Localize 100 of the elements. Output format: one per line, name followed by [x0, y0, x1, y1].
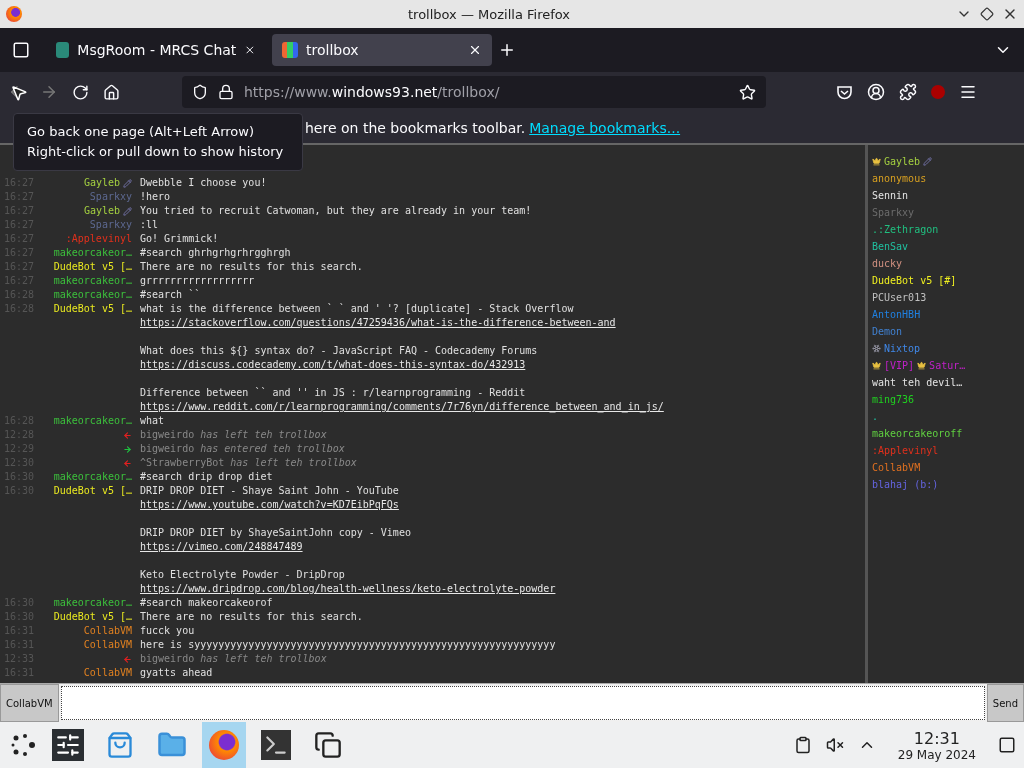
cursor-icon	[10, 84, 28, 102]
message-text: DRIP DROP DIET by ShayeSaintJohn copy - Vimeo	[140, 526, 412, 540]
user-name[interactable]: Gayleb	[884, 156, 921, 167]
nick[interactable]: CollabVM	[83, 624, 132, 638]
nickname-button[interactable]: CollabVM	[0, 684, 59, 722]
clipboard-icon[interactable]	[793, 736, 812, 754]
bag-icon	[106, 731, 134, 759]
tab-favicon	[56, 42, 70, 58]
send-button[interactable]: Send	[986, 684, 1024, 722]
message-text: here is syyyyyyyyyyyyyyyyyyyyyyyyyyyyyyyyyyyyyyyyyyyyyyyyyyyyyyyyyyyy	[140, 638, 556, 652]
nick[interactable]: Gayleb	[83, 204, 120, 218]
message-link[interactable]: https://vimeo.com/248847489	[140, 540, 556, 554]
muted-speaker-icon[interactable]	[825, 736, 844, 754]
address-bar[interactable]: https://www.windows93.net/trollbox/	[182, 76, 766, 108]
message-text: Difference between `` and '' in JS : r/learnprogramming - Reddit	[140, 386, 527, 400]
message-text: Dwebble I choose you!	[140, 176, 267, 190]
message-link[interactable]: https://www.reddit.com/r/learnprogramming/comments/7r76yn/difference_between_and_in_js/	[140, 400, 664, 414]
message-text: #search makeorcakeorof	[140, 596, 273, 610]
manage-bookmarks-link[interactable]: Manage bookmarks...	[529, 119, 681, 136]
nick[interactable]: makeorcakeor…	[53, 596, 132, 610]
message-text: #search ghrhgrhgrhrgghrgh	[140, 246, 291, 260]
user-name[interactable]: .:Zethragon	[872, 224, 939, 235]
message-link[interactable]: https://stackoverflow.com/questions/47259436/what-is-the-difference-between-and	[140, 316, 664, 330]
message-text: !hero	[140, 190, 171, 204]
user-name[interactable]: AntonHBH	[872, 309, 921, 320]
lock-icon	[218, 84, 234, 100]
message-link[interactable]: https://www.dripdrop.com/blog/health-wellness/keto-electrolyte-powder	[140, 582, 556, 596]
message-text: what is the difference between ` ` and ' '? [duplicate] - Stack Overflow	[140, 302, 575, 316]
nick[interactable]: makeorcakeor…	[53, 288, 132, 302]
user-name[interactable]: .	[872, 411, 879, 422]
message-link[interactable]: https://discuss.codecademy.com/t/what-does-this-syntax-do/432913	[140, 358, 664, 372]
pencil-icon	[923, 157, 933, 166]
tooltip-text: Right-click or pull down to show history	[27, 143, 285, 161]
user-name[interactable]: anonymous	[872, 173, 927, 184]
nick[interactable]: DudeBot v5 […	[53, 610, 132, 624]
nick[interactable]: makeorcakeor…	[53, 246, 132, 260]
tab-favicon	[282, 42, 298, 58]
arrow-left-icon	[123, 458, 132, 468]
system-message: ^StrawberryBot has left teh trollbox	[140, 456, 357, 470]
arrow-right-icon	[123, 444, 132, 454]
browser-tab[interactable]: MsgRoom - MRCS Chat	[46, 34, 266, 66]
user-name[interactable]: CollabVM	[872, 462, 921, 473]
message-text: DRIP DROP DIET - Shaye Saint John - YouTube	[140, 484, 400, 498]
message-text: #search ``	[140, 288, 201, 302]
new-tab-icon[interactable]	[498, 41, 516, 59]
firefox-icon	[6, 6, 22, 22]
nick[interactable]: DudeBot v5 […	[53, 260, 132, 274]
nick[interactable]: DudeBot v5 […	[53, 484, 132, 498]
message-text: What does this ${} syntax do? - JavaScript FAQ - Codecademy Forums	[140, 344, 539, 358]
message-input[interactable]	[60, 686, 985, 720]
message-link[interactable]: https://www.youtube.com/watch?v=KD7EibPqFQs	[140, 498, 556, 512]
tab-overview-icon[interactable]	[12, 41, 30, 59]
pocket-icon[interactable]	[836, 83, 853, 101]
system-message: bigweirdo has left teh trollbox	[140, 652, 327, 666]
nick[interactable]: makeorcakeor…	[53, 414, 132, 428]
browser-tab[interactable]: trollbox	[272, 34, 492, 66]
terminal-icon	[261, 730, 291, 760]
crown-icon	[917, 361, 927, 370]
user-name[interactable]: ducky	[872, 258, 903, 269]
show-desktop-icon[interactable]	[998, 736, 1016, 754]
home-icon[interactable]	[103, 83, 120, 101]
nick[interactable]: makeorcakeor…	[53, 470, 132, 484]
nick[interactable]: DudeBot v5 […	[53, 302, 132, 316]
close-tab-icon[interactable]	[244, 43, 256, 57]
message-text: There are no results for this search.	[140, 260, 363, 274]
reload-icon[interactable]	[72, 83, 89, 101]
message-text: grrrrrrrrrrrrrrrrrr	[140, 274, 255, 288]
nick[interactable]: CollabVM	[83, 666, 132, 680]
clock[interactable]: 12:31 29 May 2024	[897, 728, 976, 762]
user-name[interactable]: ming736	[872, 394, 915, 405]
message-text: what	[140, 414, 165, 428]
windows-icon	[314, 731, 342, 759]
bookmark-star-icon[interactable]	[739, 83, 756, 101]
nick[interactable]: Gayleb	[83, 176, 120, 190]
nick[interactable]: CollabVM	[83, 638, 132, 652]
arrow-left-icon	[123, 430, 132, 440]
browser-icon	[209, 730, 239, 760]
forward-icon[interactable]	[40, 83, 58, 101]
user-name[interactable]: Demon	[872, 326, 903, 337]
user-name[interactable]: waht teh devil…	[872, 377, 963, 388]
user-name[interactable]: DudeBot v5 [#]	[872, 275, 957, 286]
user-name[interactable]: PCUser013	[872, 292, 927, 303]
message-text: gyatts ahead	[140, 666, 213, 680]
user-name[interactable]: Sennin	[872, 190, 909, 201]
user-name[interactable]: makeorcakeoroff	[872, 428, 963, 439]
close-tab-icon[interactable]	[468, 43, 482, 57]
system-message: bigweirdo has entered teh trollbox	[140, 442, 345, 456]
message-text: There are no results for this search.	[140, 610, 363, 624]
nick[interactable]: makeorcakeor…	[53, 274, 132, 288]
extensions-icon[interactable]	[899, 83, 917, 101]
message-text: Go! Grimmick!	[140, 232, 219, 246]
window-title: trollbox — Mozilla Firefox	[406, 6, 572, 22]
menu-icon[interactable]	[959, 83, 977, 101]
system-message: bigweirdo has left teh trollbox	[140, 428, 327, 442]
message-text: #search drip drop diet	[140, 470, 273, 484]
user-name[interactable]: Nixtop	[884, 343, 921, 354]
account-icon[interactable]	[867, 83, 885, 101]
shield-icon	[192, 84, 208, 100]
maximize-icon[interactable]	[980, 7, 994, 21]
user-name[interactable]: BenSav	[872, 241, 909, 252]
